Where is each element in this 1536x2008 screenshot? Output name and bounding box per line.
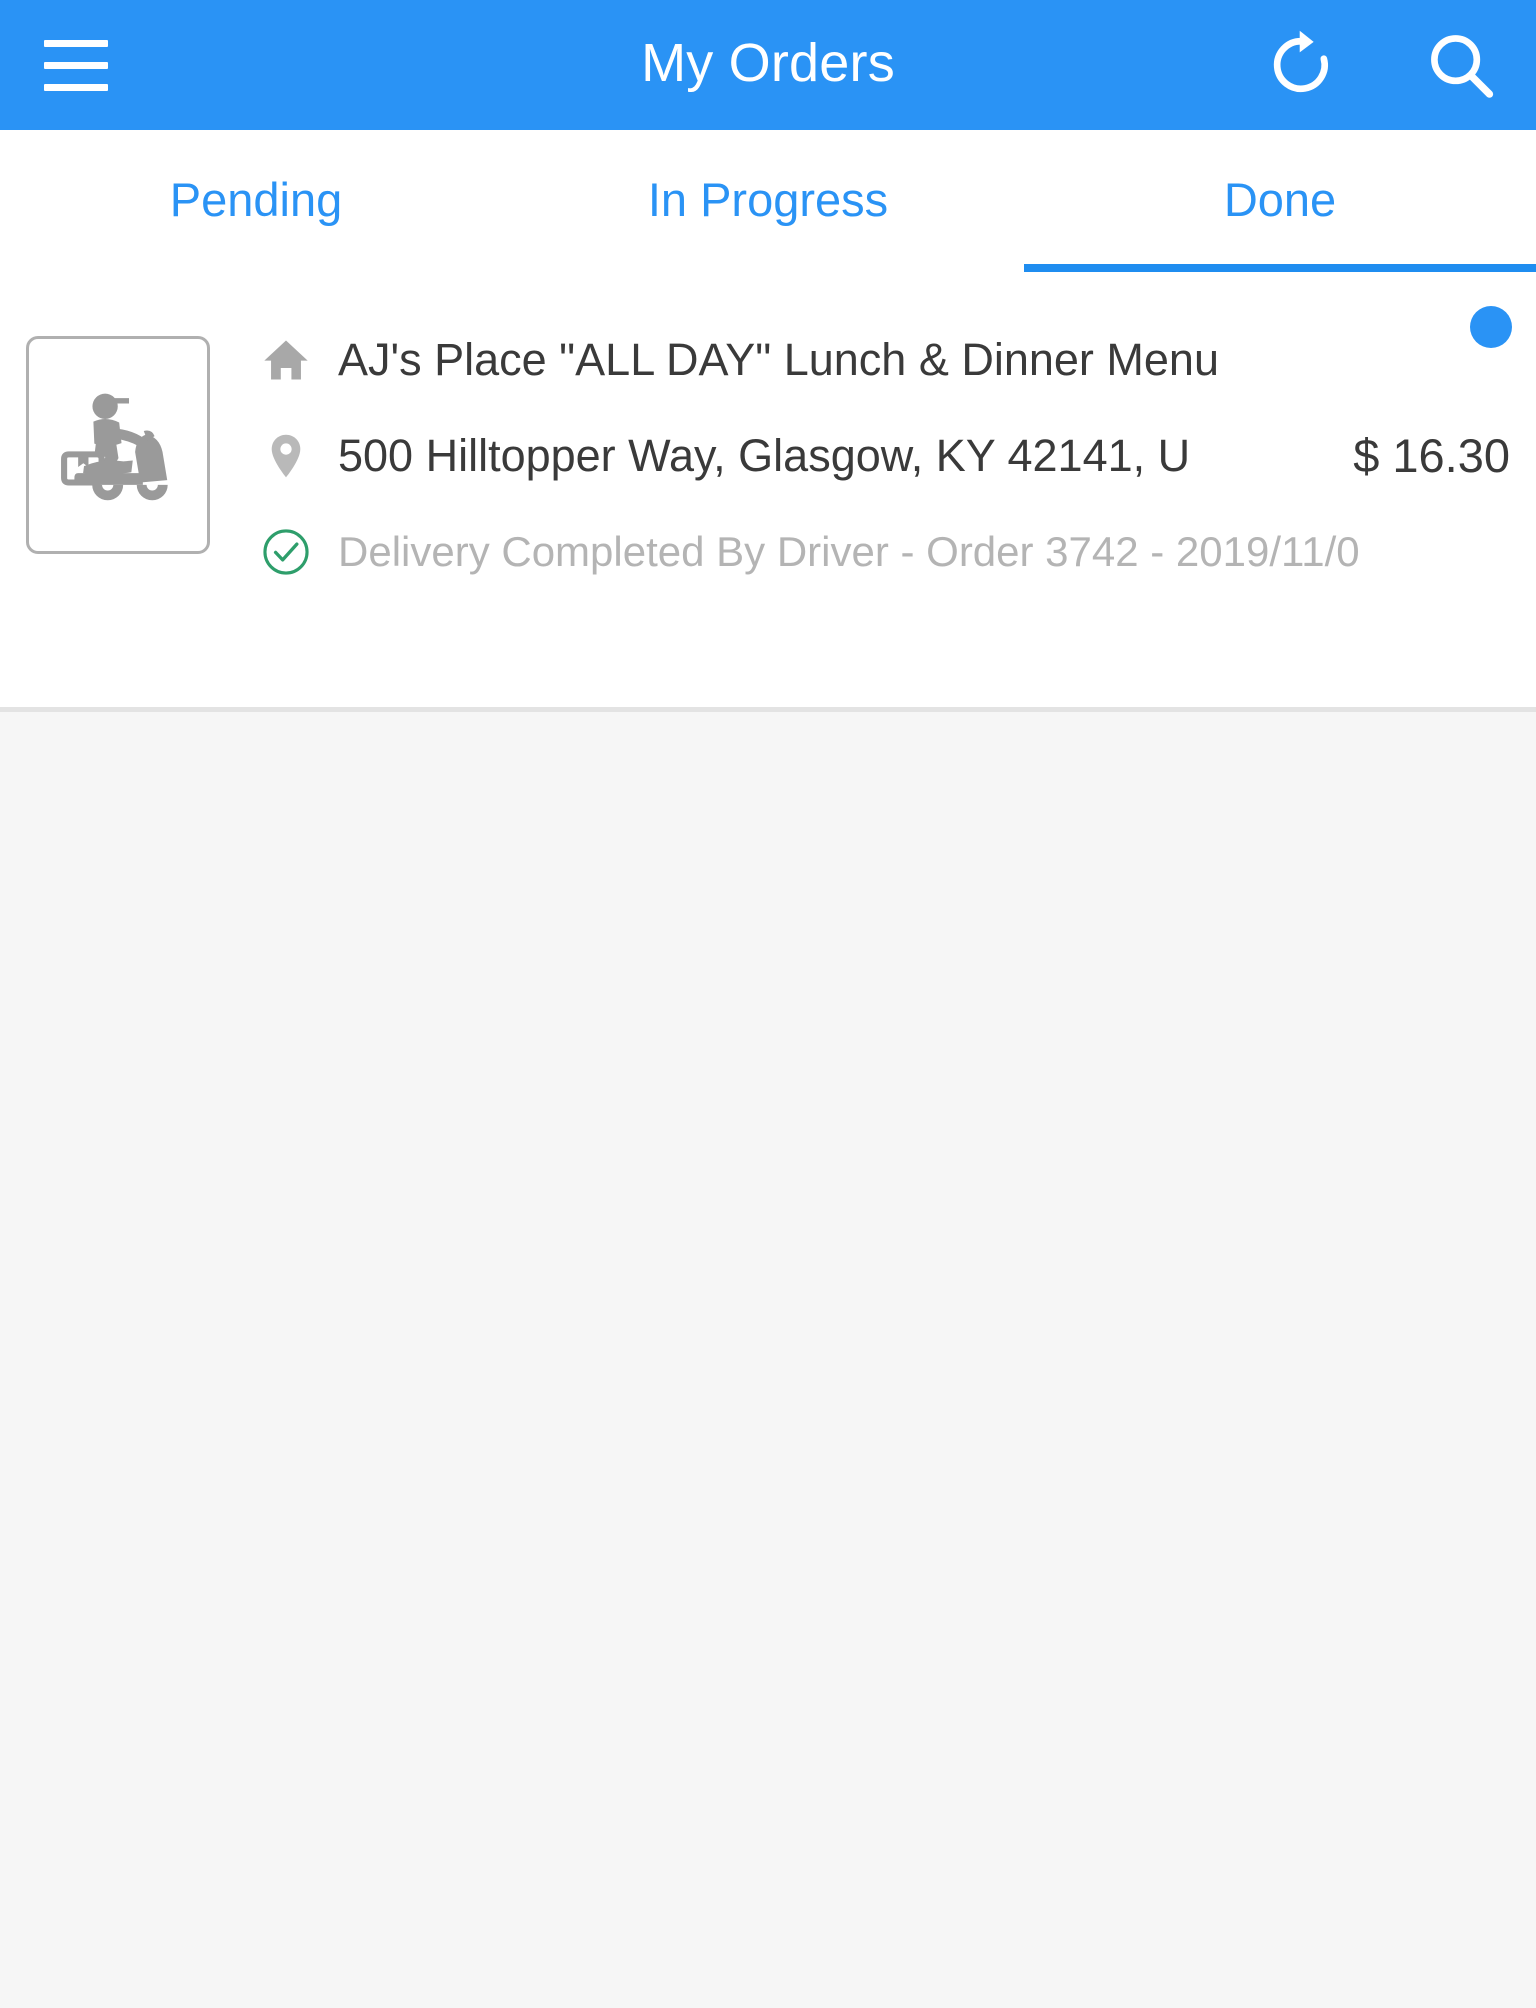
refresh-icon[interactable] <box>1260 24 1342 106</box>
tab-label: In Progress <box>647 172 889 226</box>
hamburger-menu-icon[interactable] <box>44 28 118 102</box>
order-store-row: AJ's Place "ALL DAY" Lunch & Dinner Menu <box>256 314 1536 406</box>
order-list: AJ's Place "ALL DAY" Lunch & Dinner Menu… <box>0 272 1536 2008</box>
order-price: $ 16.30 <box>1353 429 1510 483</box>
tab-label: Pending <box>169 172 343 226</box>
tab-done[interactable]: Done <box>1024 130 1536 272</box>
order-address: 500 Hilltopper Way, Glasgow, KY 42141, U <box>338 431 1191 481</box>
order-status-row: Delivery Completed By Driver - Order 374… <box>256 506 1536 598</box>
hamburger-bar <box>44 61 108 69</box>
app-bar: My Orders <box>0 0 1536 130</box>
tab-in-progress[interactable]: In Progress <box>512 130 1024 272</box>
tab-label: Done <box>1223 172 1337 226</box>
location-pin-icon <box>256 430 316 482</box>
order-details: AJ's Place "ALL DAY" Lunch & Dinner Menu… <box>256 314 1536 598</box>
app-screen: My Orders Pending In Progress Done AJ's … <box>0 0 1536 2008</box>
order-status: Delivery Completed By Driver - Order 374… <box>338 528 1360 575</box>
app-bar-actions <box>1260 24 1502 106</box>
hamburger-bar <box>44 83 108 91</box>
order-list-item[interactable]: AJ's Place "ALL DAY" Lunch & Dinner Menu… <box>0 272 1536 712</box>
delivery-scooter-icon <box>26 336 210 554</box>
order-store-name: AJ's Place "ALL DAY" Lunch & Dinner Menu <box>338 335 1219 385</box>
unread-badge <box>1470 306 1512 348</box>
hamburger-bar <box>44 39 108 47</box>
search-icon[interactable] <box>1420 24 1502 106</box>
check-circle-icon <box>256 527 316 577</box>
order-status-tabs: Pending In Progress Done <box>0 130 1536 272</box>
tab-pending[interactable]: Pending <box>0 130 512 272</box>
order-address-row: 500 Hilltopper Way, Glasgow, KY 42141, U… <box>256 410 1536 502</box>
home-icon <box>256 334 316 386</box>
